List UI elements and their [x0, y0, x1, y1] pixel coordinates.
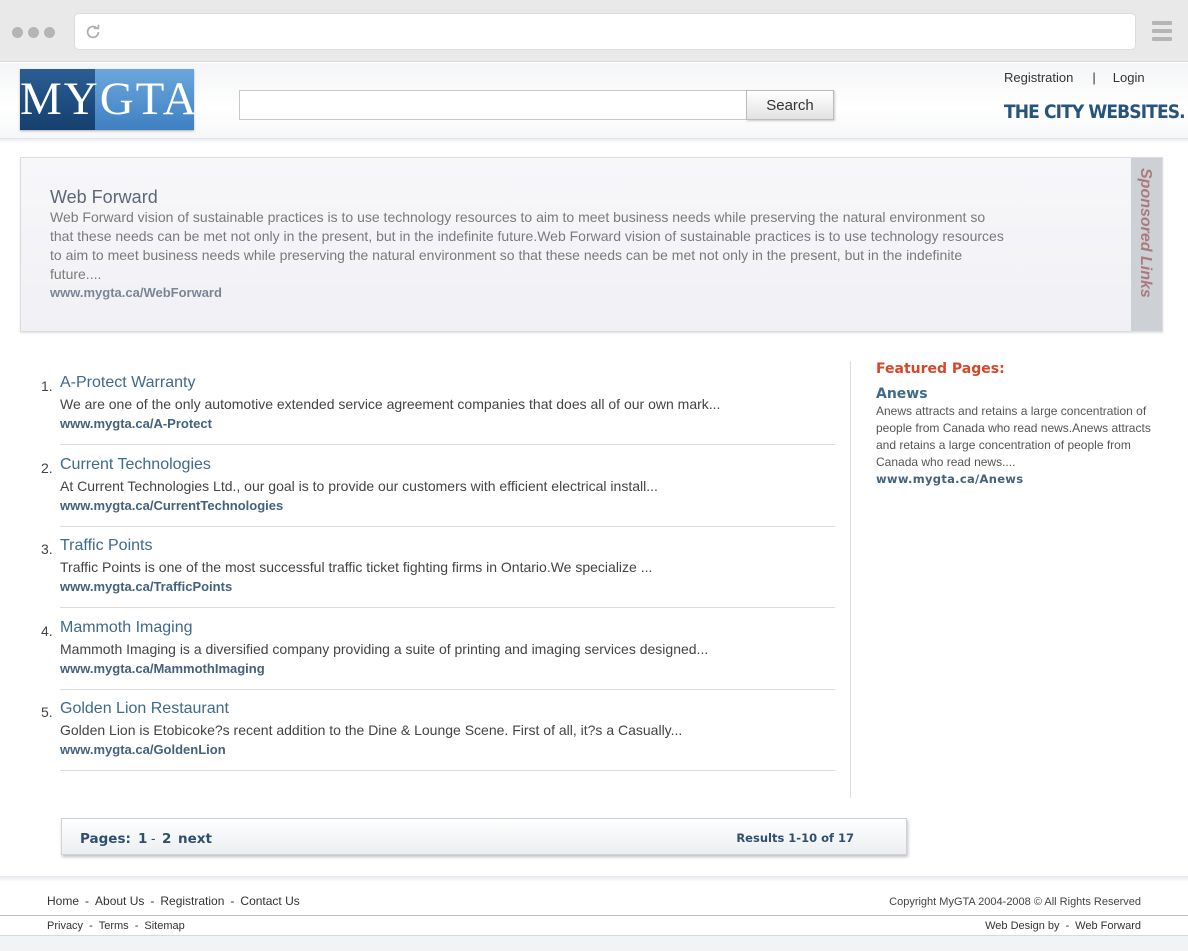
list-item: 4. Mammoth Imaging Mammoth Imaging is a … [30, 619, 836, 701]
site-logo[interactable]: MYGTA [20, 69, 199, 130]
results-list: 1. A-Protect Warranty We are one of the … [30, 374, 836, 782]
sponsored-title[interactable]: Web Forward [50, 187, 158, 208]
window-dot-icon[interactable] [12, 27, 23, 38]
result-number: 1. [41, 378, 53, 394]
design-credit: Web Design by - Web Forward [985, 920, 1141, 932]
sponsored-url[interactable]: www.mygta.ca/WebForward [50, 285, 222, 300]
result-description: Traffic Points is one of the most succes… [60, 559, 653, 575]
result-description: Golden Lion is Etobicoke?s recent additi… [60, 722, 683, 738]
result-number: 5. [41, 704, 53, 720]
pages-label: Pages: [80, 831, 131, 847]
result-description: We are one of the only automotive extend… [60, 396, 721, 412]
result-url-link[interactable]: www.mygta.ca/MammothImaging [60, 661, 265, 676]
result-description: At Current Technologies Ltd., our goal i… [60, 477, 658, 494]
result-url-link[interactable]: www.mygta.ca/GoldenLion [60, 742, 226, 757]
list-item: 3. Traffic Points Traffic Points is one … [30, 537, 836, 619]
site-tagline: THE CITY WEBSITES. [1004, 101, 1186, 123]
result-divider [60, 770, 835, 771]
footer-contact-link[interactable]: Contact Us [240, 894, 299, 908]
result-divider [60, 525, 835, 527]
footer-separator: - [150, 894, 155, 908]
result-title-link[interactable]: Mammoth Imaging [60, 619, 193, 637]
registration-link[interactable]: Registration [1004, 70, 1073, 85]
list-item: 5. Golden Lion Restaurant Golden Lion is… [30, 700, 836, 782]
page-2-link[interactable]: 2 [162, 831, 171, 847]
column-divider [850, 361, 851, 798]
footer-separator: - [134, 920, 139, 932]
window-controls[interactable] [12, 27, 55, 38]
footer-separator: - [1065, 920, 1070, 932]
browser-chrome [0, 0, 1188, 62]
logo-text: MYGTA [20, 73, 199, 125]
credit-label: Web Design by [985, 920, 1060, 932]
result-divider [60, 607, 835, 608]
sponsored-links-box: Web Forward Web Forward vision of sustai… [20, 157, 1163, 332]
credit-link[interactable]: Web Forward [1075, 920, 1141, 932]
window-dot-icon[interactable] [44, 27, 55, 38]
result-url-link[interactable]: www.mygta.ca/TrafficPoints [60, 579, 232, 594]
footer-bottom-bar [0, 935, 1188, 951]
address-bar[interactable] [74, 13, 1136, 50]
result-number: 4. [41, 622, 53, 639]
footer-nav: Home - About Us - Registration - Contact Us [47, 894, 300, 908]
result-url-link[interactable]: www.mygta.ca/CurrentTechnologies [60, 498, 283, 513]
next-page-link[interactable]: next [178, 831, 212, 847]
result-title-link[interactable]: Traffic Points [60, 537, 152, 555]
results-count: Results 1-10 of 17 [736, 831, 854, 845]
link-separator: | [1092, 70, 1096, 85]
account-links: Registration | Login [1004, 70, 1174, 85]
footer-separator: - [85, 894, 90, 908]
privacy-link[interactable]: Privacy [47, 920, 83, 932]
footer-home-link[interactable]: Home [47, 894, 79, 908]
footer-sub-nav: Privacy - Terms - Sitemap [47, 920, 185, 932]
footer-separator: - [230, 894, 235, 908]
list-item: 2. Current Technologies At Current Techn… [30, 456, 836, 538]
pagination-bar: Pages: 1 - 2 next Results 1-10 of 17 [61, 818, 907, 855]
footer-divider [0, 876, 1188, 882]
sitemap-link[interactable]: Sitemap [144, 920, 184, 932]
search-button[interactable]: Search [746, 90, 834, 120]
footer-separator: - [89, 920, 93, 932]
sponsored-side-label: Sponsored Links [1137, 168, 1154, 298]
reload-icon[interactable] [84, 23, 102, 41]
hamburger-icon[interactable] [1152, 21, 1172, 41]
list-item: 1. A-Protect Warranty We are one of the … [30, 374, 836, 456]
result-title-link[interactable]: A-Protect Warranty [60, 374, 195, 392]
login-link[interactable]: Login [1113, 70, 1145, 85]
result-divider [60, 444, 835, 445]
featured-heading: Featured Pages: [876, 361, 1005, 377]
featured-url-link[interactable]: www.mygta.ca/Anews [876, 472, 1166, 486]
sponsored-side-tab: Sponsored Links [1131, 158, 1162, 331]
result-divider [60, 688, 835, 690]
result-number: 2. [41, 459, 53, 476]
featured-pages: Featured Pages: Anews Anews attracts and… [876, 361, 1166, 486]
footer-about-link[interactable]: About Us [95, 894, 144, 908]
result-number: 3. [41, 541, 53, 557]
result-url-link[interactable]: www.mygta.ca/A-Protect [60, 416, 212, 431]
featured-title-link[interactable]: Anews [876, 386, 1166, 402]
sponsored-description: Web Forward vision of sustainable practi… [50, 209, 1004, 282]
result-title-link[interactable]: Golden Lion Restaurant [60, 700, 229, 718]
featured-description: Anews attracts and retains a large conce… [876, 404, 1151, 469]
footer-rule [0, 915, 1188, 916]
search-input[interactable] [239, 90, 747, 120]
window-dot-icon[interactable] [28, 27, 39, 38]
terms-link[interactable]: Terms [99, 920, 129, 932]
footer-registration-link[interactable]: Registration [160, 894, 224, 908]
page-separator: - [151, 831, 156, 846]
page-1-link[interactable]: 1 [138, 831, 147, 847]
result-title-link[interactable]: Current Technologies [60, 456, 211, 474]
copyright-text: Copyright MyGTA 2004-2008 © All Rights R… [889, 896, 1141, 908]
site-header: MYGTA Search Registration | Login THE CITY… [0, 63, 1188, 143]
result-description: Mammoth Imaging is a diversified company… [60, 640, 709, 657]
